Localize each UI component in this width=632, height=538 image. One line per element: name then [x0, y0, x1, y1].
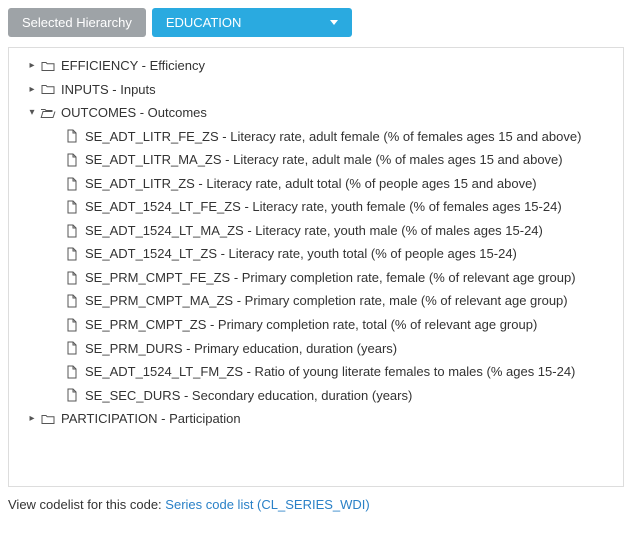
tree-node-outcomes[interactable]: ▾ OUTCOMES - Outcomes: [13, 101, 619, 125]
tree-node-label: SE_ADT_LITR_MA_ZS - Literacy rate, adult…: [85, 151, 563, 169]
collapse-icon[interactable]: ▾: [25, 106, 39, 120]
expand-icon[interactable]: ▸: [25, 83, 39, 97]
tree-node-label: OUTCOMES - Outcomes: [61, 104, 207, 122]
top-controls: Selected Hierarchy EDUCATION: [8, 8, 624, 37]
folder-closed-icon: [39, 60, 57, 72]
tree-node-efficiency[interactable]: ▸ EFFICIENCY - Efficiency: [13, 54, 619, 78]
file-icon: [63, 388, 81, 402]
codelist-link[interactable]: Series code list (CL_SERIES_WDI): [165, 497, 369, 512]
tree-node-label: SE_PRM_CMPT_ZS - Primary completion rate…: [85, 316, 537, 334]
file-icon: [63, 129, 81, 143]
tree-node-label: SE_ADT_LITR_FE_ZS - Literacy rate, adult…: [85, 128, 581, 146]
file-icon: [63, 271, 81, 285]
footer-prefix: View codelist for this code:: [8, 497, 165, 512]
tree-node-label: SE_PRM_CMPT_FE_ZS - Primary completion r…: [85, 269, 576, 287]
file-icon: [63, 200, 81, 214]
tree-node-label: SE_ADT_1524_LT_FM_ZS - Ratio of young li…: [85, 363, 575, 381]
tree-node-se_prm_cmpt_ma_zs[interactable]: SE_PRM_CMPT_MA_ZS - Primary completion r…: [13, 289, 619, 313]
tree-node-inputs[interactable]: ▸ INPUTS - Inputs: [13, 78, 619, 102]
tree-node-se_sec_durs[interactable]: SE_SEC_DURS - Secondary education, durat…: [13, 384, 619, 408]
tree-node-se_adt_1524_lt_zs[interactable]: SE_ADT_1524_LT_ZS - Literacy rate, youth…: [13, 242, 619, 266]
tree-node-label: SE_ADT_1524_LT_MA_ZS - Literacy rate, yo…: [85, 222, 543, 240]
tree-node-se_prm_cmpt_zs[interactable]: SE_PRM_CMPT_ZS - Primary completion rate…: [13, 313, 619, 337]
tree-node-se_prm_durs[interactable]: SE_PRM_DURS - Primary education, duratio…: [13, 337, 619, 361]
hierarchy-dropdown[interactable]: EDUCATION: [152, 8, 352, 37]
folder-closed-icon: [39, 83, 57, 95]
expand-icon[interactable]: ▸: [25, 59, 39, 73]
tree-node-se_adt_1524_lt_fe_zs[interactable]: SE_ADT_1524_LT_FE_ZS - Literacy rate, yo…: [13, 195, 619, 219]
tree-node-label: SE_ADT_1524_LT_FE_ZS - Literacy rate, yo…: [85, 198, 562, 216]
hierarchy-dropdown-value: EDUCATION: [166, 15, 242, 30]
file-icon: [63, 318, 81, 332]
tree-node-participation[interactable]: ▸ PARTICIPATION - Participation: [13, 407, 619, 431]
tree-node-se_prm_cmpt_fe_zs[interactable]: SE_PRM_CMPT_FE_ZS - Primary completion r…: [13, 266, 619, 290]
tree-node-label: SE_PRM_CMPT_MA_ZS - Primary completion r…: [85, 292, 568, 310]
tree-node-se_adt_litr_ma_zs[interactable]: SE_ADT_LITR_MA_ZS - Literacy rate, adult…: [13, 148, 619, 172]
file-icon: [63, 224, 81, 238]
file-icon: [63, 341, 81, 355]
selected-hierarchy-button[interactable]: Selected Hierarchy: [8, 8, 146, 37]
tree-node-se_adt_1524_lt_ma_zs[interactable]: SE_ADT_1524_LT_MA_ZS - Literacy rate, yo…: [13, 219, 619, 243]
expand-icon[interactable]: ▸: [25, 412, 39, 426]
footer-text: View codelist for this code: Series code…: [8, 497, 624, 512]
file-icon: [63, 365, 81, 379]
tree-node-se_adt_litr_zs[interactable]: SE_ADT_LITR_ZS - Literacy rate, adult to…: [13, 172, 619, 196]
folder-closed-icon: [39, 413, 57, 425]
file-icon: [63, 153, 81, 167]
folder-open-icon: [39, 107, 57, 119]
tree-node-se_adt_litr_fe_zs[interactable]: SE_ADT_LITR_FE_ZS - Literacy rate, adult…: [13, 125, 619, 149]
tree-node-label: SE_SEC_DURS - Secondary education, durat…: [85, 387, 412, 405]
tree-node-label: SE_ADT_LITR_ZS - Literacy rate, adult to…: [85, 175, 537, 193]
file-icon: [63, 177, 81, 191]
file-icon: [63, 294, 81, 308]
tree-node-label: PARTICIPATION - Participation: [61, 410, 241, 428]
hierarchy-tree: ▸ EFFICIENCY - Efficiency ▸ INPUTS - Inputs…: [8, 47, 624, 487]
tree-node-label: INPUTS - Inputs: [61, 81, 156, 99]
file-icon: [63, 247, 81, 261]
tree-node-se_adt_1524_lt_fm_zs[interactable]: SE_ADT_1524_LT_FM_ZS - Ratio of young li…: [13, 360, 619, 384]
tree-node-label: SE_PRM_DURS - Primary education, duratio…: [85, 340, 397, 358]
tree-node-label: SE_ADT_1524_LT_ZS - Literacy rate, youth…: [85, 245, 517, 263]
chevron-down-icon: [330, 20, 338, 25]
tree-node-label: EFFICIENCY - Efficiency: [61, 57, 205, 75]
